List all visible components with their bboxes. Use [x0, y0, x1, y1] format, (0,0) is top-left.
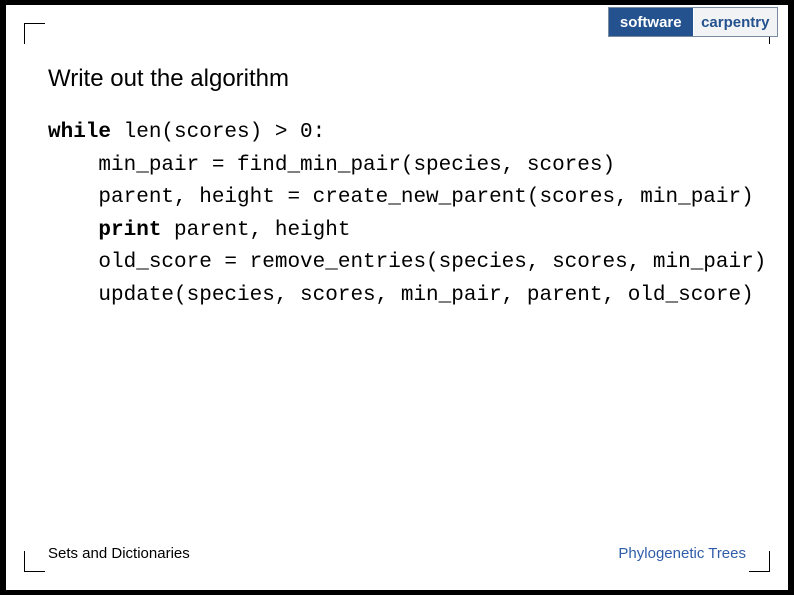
footer-right: Phylogenetic Trees [618, 545, 746, 562]
keyword-print: print [98, 219, 161, 242]
code-line-1: len(scores) > 0: [111, 121, 325, 144]
code-block: while len(scores) > 0: min_pair = find_m… [48, 117, 788, 312]
logo-left: software [609, 8, 694, 36]
keyword-while: while [48, 121, 111, 144]
logo-right: carpentry [694, 8, 778, 36]
code-line-2: min_pair = find_min_pair(species, scores… [48, 154, 615, 177]
footer-left: Sets and Dictionaries [48, 545, 190, 562]
slide: software carpentry Write out the algorit… [6, 5, 788, 590]
code-line-5: old_score = remove_entries(species, scor… [48, 251, 766, 274]
slide-title: Write out the algorithm [48, 65, 289, 93]
code-line-3: parent, height = create_new_parent(score… [48, 186, 754, 209]
software-carpentry-logo: software carpentry [608, 7, 778, 37]
corner-decoration [24, 551, 45, 572]
code-line-4: parent, height [161, 219, 350, 242]
code-indent [48, 219, 98, 242]
code-line-6: update(species, scores, min_pair, parent… [48, 284, 754, 307]
corner-decoration [24, 23, 45, 44]
corner-decoration [749, 551, 770, 572]
